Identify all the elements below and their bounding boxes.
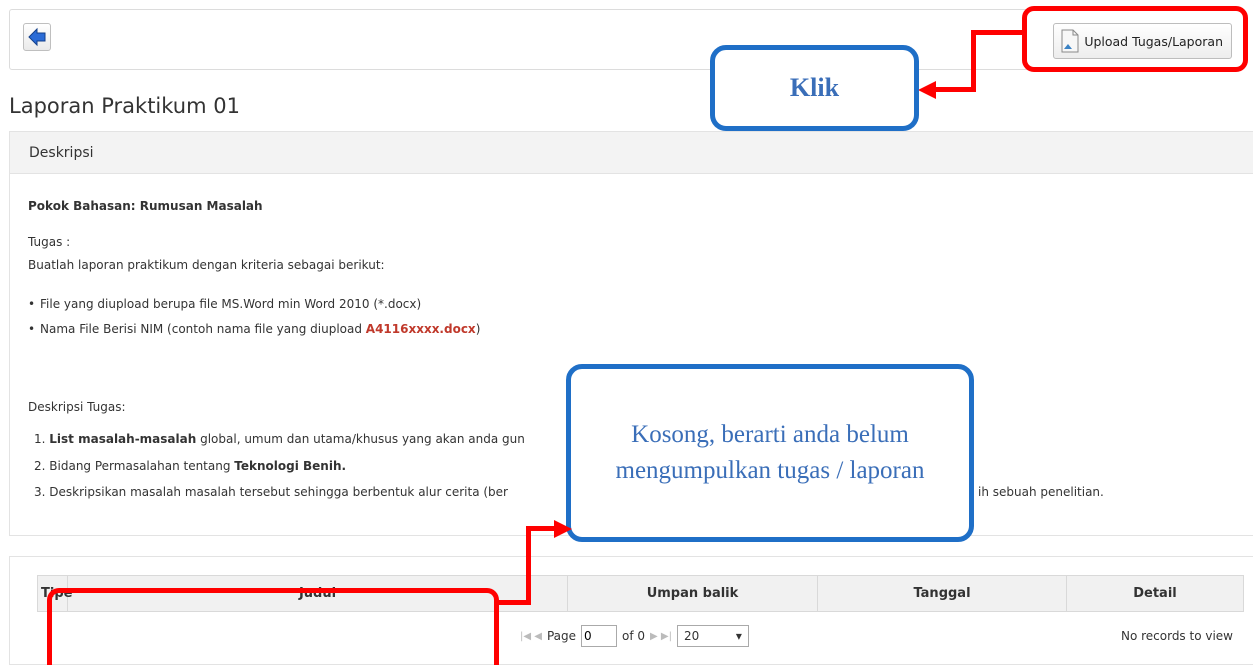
page-number-input[interactable] bbox=[581, 625, 617, 647]
task-num: 2. bbox=[34, 459, 46, 473]
arrow-segment bbox=[971, 30, 976, 92]
klik-callout: Klik bbox=[710, 45, 919, 131]
empty-row-highlight-box bbox=[47, 588, 499, 665]
chevron-down-icon: ▾ bbox=[735, 629, 742, 643]
task-pre: Bidang Permasalahan tentang bbox=[49, 459, 235, 473]
next-page-icon[interactable]: ▶ ▶| bbox=[650, 631, 672, 642]
arrow-head-icon bbox=[554, 520, 572, 538]
page-size-select[interactable]: 20 ▾ bbox=[676, 625, 749, 647]
column-header-tanggal[interactable]: Tanggal bbox=[818, 576, 1067, 611]
arrow-segment bbox=[526, 526, 554, 531]
arrow-segment bbox=[971, 30, 1023, 35]
task-item: 3. Deskripsikan masalah masalah tersebut… bbox=[34, 485, 508, 499]
task-item: 1. List masalah-masalah global, umum dan… bbox=[34, 432, 525, 446]
criteria-suffix: ) bbox=[475, 322, 481, 336]
back-arrow-icon bbox=[28, 27, 46, 47]
upload-highlight-box bbox=[1022, 6, 1248, 72]
task-num: 3. bbox=[34, 485, 46, 499]
first-page-icon[interactable]: |◀ ◀ bbox=[520, 631, 542, 642]
column-header-detail[interactable]: Detail bbox=[1067, 576, 1243, 611]
page-size-value: 20 bbox=[683, 629, 700, 643]
criteria-item: File yang diupload berupa file MS.Word m… bbox=[28, 297, 422, 311]
task-item: 2. Bidang Permasalahan tentang Teknologi… bbox=[34, 459, 346, 473]
task-rest: global, umum dan utama/khusus yang akan … bbox=[196, 432, 525, 446]
arrow-segment bbox=[499, 600, 531, 605]
empty-callout: Kosong, berarti anda belum mengumpulkan … bbox=[566, 364, 974, 542]
page-label: Page bbox=[546, 629, 576, 643]
task-num: 1. bbox=[34, 432, 46, 446]
criteria-text: File yang diupload berupa file MS.Word m… bbox=[40, 297, 422, 311]
page-count: of 0 bbox=[622, 629, 646, 643]
column-header-umpan-balik[interactable]: Umpan balik bbox=[568, 576, 818, 611]
empty-records-text: No records to view bbox=[1120, 629, 1233, 643]
task-tail: ih sebuah penelitian. bbox=[978, 485, 1104, 499]
pokok-bahasan: Pokok Bahasan: Rumusan Masalah bbox=[28, 199, 263, 213]
pager: |◀ ◀ Page of 0 ▶ ▶| 20 ▾ bbox=[520, 625, 749, 647]
task-bold: List masalah-masalah bbox=[49, 432, 197, 446]
task-bold: Teknologi Benih. bbox=[234, 459, 347, 473]
task-text: Deskripsikan masalah masalah tersebut se… bbox=[49, 485, 508, 499]
arrow-segment bbox=[526, 526, 531, 604]
back-button[interactable] bbox=[23, 23, 51, 51]
arrow-head-icon bbox=[918, 81, 936, 99]
deskripsi-label: Deskripsi Tugas: bbox=[28, 400, 126, 414]
example-filename: A4116xxxx.docx bbox=[365, 322, 476, 336]
tugas-label: Tugas : bbox=[28, 235, 71, 249]
page-title: Laporan Praktikum 01 bbox=[9, 94, 240, 118]
intro-text: Buatlah laporan praktikum dengan kriteri… bbox=[28, 258, 385, 272]
arrow-segment bbox=[932, 87, 976, 92]
criteria-text: Nama File Berisi NIM (contoh nama file y… bbox=[40, 322, 366, 336]
panel-header: Deskripsi bbox=[10, 132, 1253, 174]
criteria-item: Nama File Berisi NIM (contoh nama file y… bbox=[28, 322, 481, 336]
